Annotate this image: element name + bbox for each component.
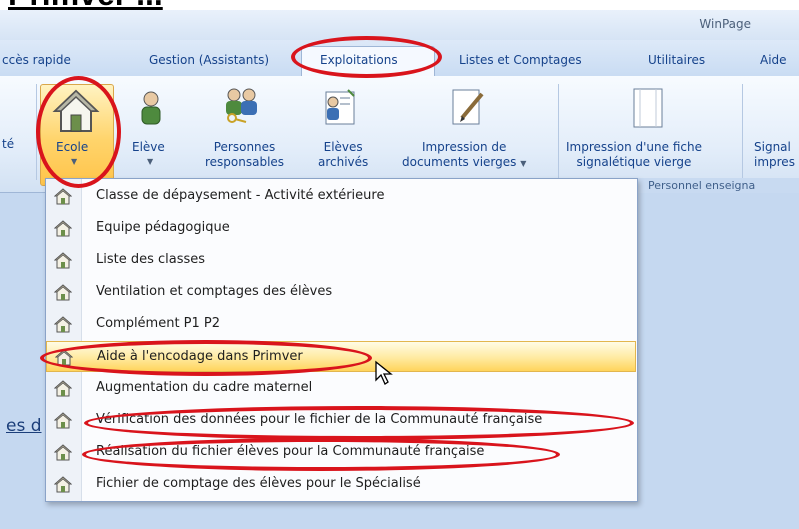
menu-item-label: Vérification des données pour le fichier… <box>96 412 543 427</box>
menu-item[interactable]: Liste des classes <box>46 245 636 276</box>
tab-utilitaires[interactable]: Utilitaires <box>648 53 705 67</box>
personnes-label-1: Personnes <box>213 140 276 154</box>
personnes-label-2: responsables <box>205 155 285 169</box>
fiche-label-1: Impression d'une fiche <box>566 140 702 154</box>
house-icon <box>52 89 100 132</box>
chevron-down-icon: ▼ <box>147 157 154 166</box>
ribbon-panel <box>0 76 799 193</box>
menu-item-label: Augmentation du cadre maternel <box>96 380 313 395</box>
signaletique-partial-button[interactable]: Signal impres <box>754 140 795 170</box>
archives-label-2: archivés <box>318 155 369 169</box>
ribbon-separator <box>558 84 559 180</box>
impression-label-2: documents vierges <box>402 155 517 169</box>
menu-item[interactable]: Aide à l'encodage dans Primver <box>46 341 636 372</box>
fiche-label-2: signalétique vierge <box>576 155 692 169</box>
student-icon <box>141 91 161 125</box>
menu-item-label: Liste des classes <box>96 252 206 267</box>
menu-item-label: Classe de dépaysement - Activité extérie… <box>96 188 385 203</box>
menu-item-label: Réalisation du fichier élèves pour la Co… <box>96 444 485 459</box>
signal-label-1: Signal <box>754 140 791 154</box>
title-bar <box>0 10 799 40</box>
tab-acces-rapide[interactable]: ccès rapide <box>2 53 71 67</box>
ribbon-separator <box>36 84 37 180</box>
menu-item-label: Fichier de comptage des élèves pour le S… <box>96 476 421 491</box>
eleves-archives-button[interactable]: Elèves archivés <box>318 140 368 170</box>
house-icon <box>54 220 72 237</box>
house-icon <box>54 284 72 301</box>
house-icon <box>54 444 72 461</box>
house-icon <box>54 252 72 269</box>
impression-label-1: Impression de <box>421 140 507 154</box>
mouse-cursor-icon <box>375 360 393 385</box>
menu-item-label: Aide à l'encodage dans Primver <box>97 349 303 364</box>
ecole-label: Ecole <box>56 140 89 154</box>
house-icon <box>54 476 72 493</box>
menu-item-label: Complément P1 P2 <box>96 316 221 331</box>
menu-item[interactable]: Fichier de comptage des élèves pour le S… <box>46 469 636 500</box>
menu-item[interactable]: Augmentation du cadre maternel <box>46 373 636 404</box>
document-pencil-icon <box>452 89 484 125</box>
impression-documents-button[interactable]: Impression de documents vierges ▼ <box>402 140 526 171</box>
tab-gestion[interactable]: Gestion (Assistants) <box>149 53 269 67</box>
group-label: Personnel enseigna <box>648 179 756 192</box>
menu-item[interactable]: Ventilation et comptages des élèves <box>46 277 636 308</box>
menu-item[interactable]: Réalisation du fichier élèves pour la Co… <box>46 437 636 468</box>
workspace-partial-link[interactable]: es d <box>6 416 42 436</box>
page-heading-strip: Primver ... <box>0 0 799 10</box>
archived-students-icon <box>325 89 355 125</box>
partial-button-label: té <box>2 137 15 151</box>
menu-item[interactable]: Equipe pédagogique <box>46 213 636 244</box>
menu-item-label: Ventilation et comptages des élèves <box>96 284 333 299</box>
ribbon-separator <box>742 84 743 180</box>
house-icon <box>54 316 72 333</box>
page-heading: Primver ... <box>8 0 163 10</box>
people-keys-icon <box>226 88 257 123</box>
menu-item[interactable]: Vérification des données pour le fichier… <box>46 405 636 436</box>
house-icon <box>55 349 73 366</box>
menu-item[interactable]: Complément P1 P2 <box>46 309 636 340</box>
menu-item[interactable]: Classe de dépaysement - Activité extérie… <box>46 181 636 212</box>
archives-label-1: Elèves <box>323 140 363 154</box>
tab-listes-comptages[interactable]: Listes et Comptages <box>459 53 582 67</box>
blank-form-icon <box>633 88 663 128</box>
house-icon <box>54 188 72 205</box>
tab-exploitations[interactable]: Exploitations <box>320 53 398 67</box>
window-title: WinPage <box>699 17 751 31</box>
house-icon <box>54 380 72 397</box>
chevron-down-icon: ▼ <box>71 157 78 166</box>
signal-label-2: impres <box>754 155 795 169</box>
personnes-responsables-button[interactable]: Personnes responsables <box>205 140 284 170</box>
chevron-down-icon: ▼ <box>520 159 527 168</box>
tab-aide[interactable]: Aide <box>760 53 787 67</box>
house-icon <box>54 412 72 429</box>
fiche-signaletique-button[interactable]: Impression d'une fiche signalétique vier… <box>566 140 702 170</box>
eleve-button[interactable]: Elève <box>132 140 165 155</box>
menu-item-label: Equipe pédagogique <box>96 220 230 235</box>
